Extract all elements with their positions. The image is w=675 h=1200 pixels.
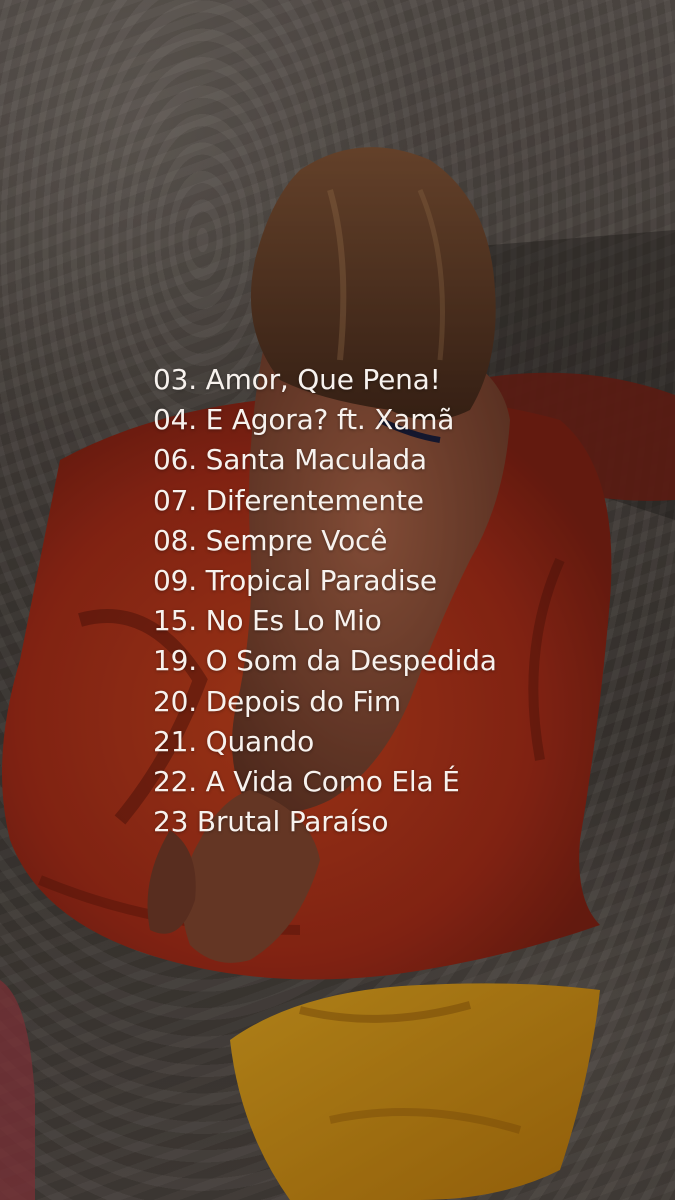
track-item: 19. O Som da Despedida [153, 644, 497, 678]
tracklist: 03. Amor, Que Pena! 04. E Agora? ft. Xam… [153, 360, 623, 842]
track-item: 08. Sempre Você [153, 523, 388, 557]
track-item: 04. E Agora? ft. Xamã [153, 403, 455, 437]
track-item: 07. Diferentemente [153, 483, 424, 517]
track-item: 06. Santa Maculada [153, 443, 427, 477]
track-item: 03. Amor, Que Pena! [153, 363, 441, 396]
track-item: 23 Brutal Paraíso [153, 805, 389, 839]
story-view: 03. Amor, Que Pena! 04. E Agora? ft. Xam… [0, 0, 675, 1200]
track-item: 22. A Vida Como Ela É [153, 765, 460, 799]
track-item: 09. Tropical Paradise [153, 564, 437, 598]
track-item: 21. Quando [153, 724, 315, 758]
track-item: 20. Depois do Fim [153, 684, 401, 718]
track-item: 15. No Es Lo Mio [153, 604, 382, 638]
